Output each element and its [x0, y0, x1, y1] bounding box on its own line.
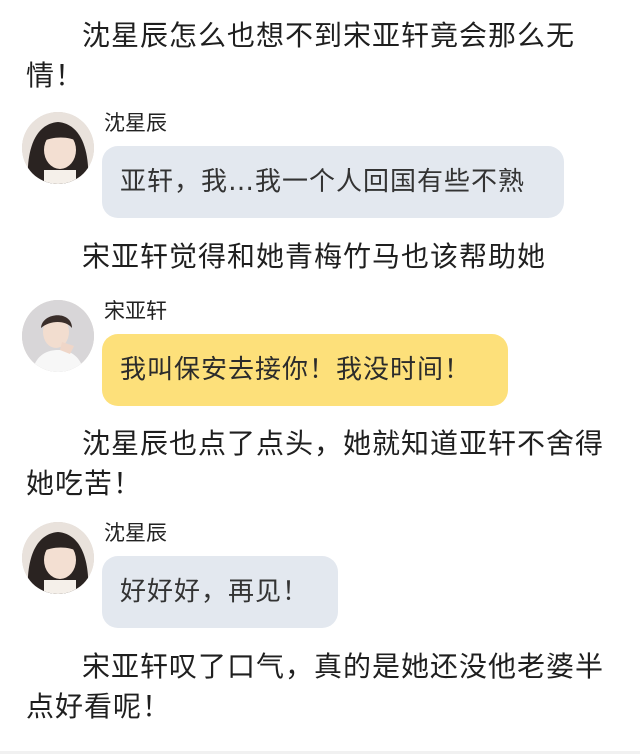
boy-avatar [22, 300, 94, 372]
narration-text: 宋亚轩觉得和她青梅竹马也该帮助她 [82, 240, 547, 273]
chat-bubble: 好好好，再见！ [102, 556, 338, 628]
sender-name: 宋亚轩 [104, 299, 167, 323]
girl-avatar [22, 112, 94, 184]
sender-name: 沈星辰 [104, 111, 167, 135]
narration-text: 宋亚轩叹了口气，真的是她还没他老婆半点好看呢！ [26, 650, 605, 723]
chat-bubble: 亚轩，我…我一个人回国有些不熟 [102, 146, 564, 218]
girl-avatar [22, 522, 94, 594]
chat-bubble: 我叫保安去接你！我没时间！ [102, 334, 508, 406]
sender-name: 沈星辰 [104, 521, 167, 545]
narration-text: 沈星辰也点了点头，她就知道亚轩不舍得她吃苦！ [26, 427, 605, 500]
narration-text: 沈星辰怎么也想不到宋亚轩竟会那么无情！ [26, 19, 576, 92]
